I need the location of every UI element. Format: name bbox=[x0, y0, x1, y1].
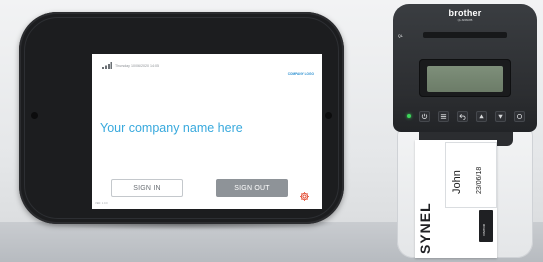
printer-side-mark: QL bbox=[398, 34, 403, 38]
menu-button[interactable] bbox=[438, 110, 449, 122]
tablet-enclosure: Thursday 10/06/2020 14:05 COMPANY LOGO Y… bbox=[19, 12, 344, 224]
label-visitor-name: John bbox=[451, 170, 463, 194]
sign-in-button[interactable]: SIGN IN bbox=[111, 179, 183, 197]
label-printer: brother QL-820NWB QL John 23/06/18 SYNEL… bbox=[393, 4, 537, 260]
up-arrow-icon bbox=[479, 113, 484, 118]
company-logo: COMPANY LOGO bbox=[287, 72, 314, 76]
datetime-text: Thursday 10/06/2020 14:05 bbox=[115, 63, 159, 68]
down-button[interactable] bbox=[495, 110, 506, 122]
sign-out-button[interactable]: SIGN OUT bbox=[216, 179, 288, 197]
printer-brand: brother bbox=[448, 8, 482, 18]
menu-icon bbox=[440, 113, 447, 119]
printer-slot bbox=[423, 32, 507, 38]
label-date: 23/06/18 bbox=[476, 166, 483, 194]
ok-button[interactable] bbox=[514, 110, 525, 122]
enclosure-knob-left bbox=[31, 112, 38, 119]
kiosk-screen: Thursday 10/06/2020 14:05 COMPANY LOGO Y… bbox=[92, 54, 322, 209]
status-led bbox=[407, 114, 411, 118]
company-name: Your company name here bbox=[100, 121, 243, 135]
power-button[interactable] bbox=[419, 110, 430, 122]
status-row: Thursday 10/06/2020 14:05 bbox=[102, 62, 159, 69]
label-visitor-tag-text: VISITOR bbox=[482, 224, 486, 236]
down-arrow-icon bbox=[498, 114, 503, 119]
signal-strength-icon bbox=[102, 62, 112, 69]
back-button[interactable] bbox=[457, 110, 468, 122]
printer-control-panel bbox=[405, 108, 527, 124]
back-icon bbox=[459, 113, 466, 120]
printer-top: brother QL-820NWB QL bbox=[393, 4, 537, 132]
version-text: VER. 1.0.0 bbox=[95, 202, 108, 205]
ok-icon bbox=[517, 113, 522, 119]
enclosure-knob-right bbox=[325, 112, 332, 119]
printer-model: QL-820NWB bbox=[457, 19, 473, 22]
gear-icon[interactable] bbox=[299, 191, 310, 202]
up-button[interactable] bbox=[476, 110, 487, 122]
power-icon bbox=[421, 113, 428, 119]
lcd-display bbox=[427, 66, 503, 92]
label-brand: SYNEL bbox=[417, 202, 433, 254]
